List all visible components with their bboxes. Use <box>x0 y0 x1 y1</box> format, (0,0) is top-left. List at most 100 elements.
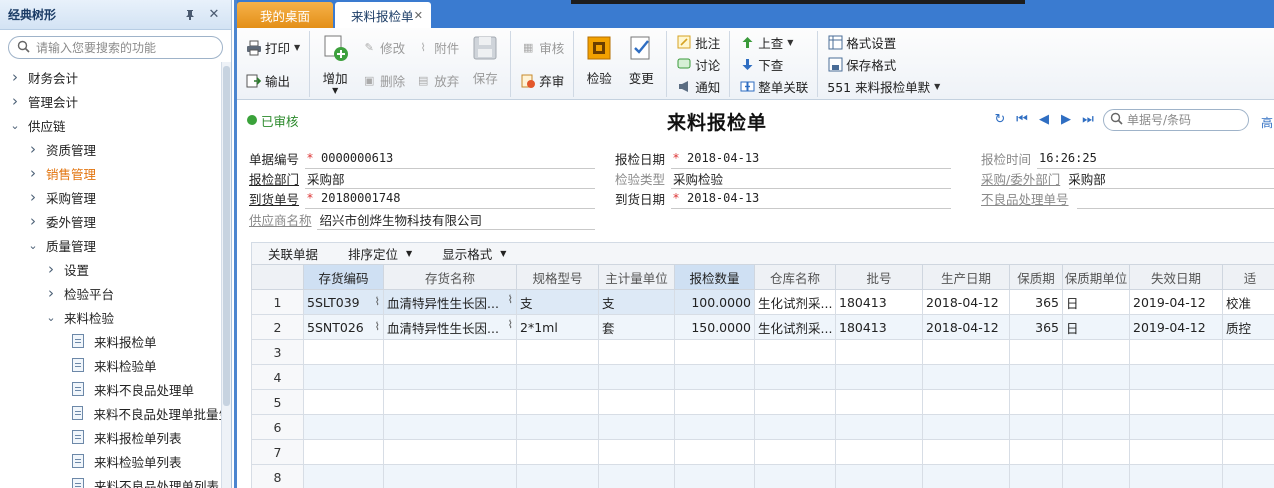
table-cell[interactable] <box>754 364 836 390</box>
tab-current[interactable]: 来料报检单 ✕ <box>335 2 431 28</box>
export-button[interactable]: 输出 <box>244 70 302 91</box>
tree-scrollbar-thumb[interactable] <box>223 66 230 406</box>
table-cell[interactable] <box>674 414 755 440</box>
table-cell[interactable] <box>1009 464 1063 488</box>
table-cell[interactable] <box>1062 464 1130 488</box>
table-cell[interactable] <box>1009 439 1063 465</box>
table-cell[interactable] <box>1062 364 1130 390</box>
table-cell[interactable] <box>383 439 517 465</box>
table-cell[interactable]: 支 <box>516 289 599 315</box>
tree-search-input[interactable] <box>36 40 214 55</box>
table-cell[interactable]: 质控 <box>1222 314 1274 340</box>
chevron-down-icon[interactable]: ⌄ <box>44 311 58 324</box>
field-inspect-date[interactable]: 报检日期 * 2018-04-13 <box>615 148 951 169</box>
paperclip-icon[interactable]: ⌇ <box>508 318 513 331</box>
chevron-right-icon[interactable]: › <box>8 92 22 110</box>
table-cell[interactable] <box>922 439 1010 465</box>
tree-item[interactable]: 来料不良品处理单批量生 <box>0 401 231 425</box>
supplier-label[interactable]: 供应商名称 <box>249 210 312 229</box>
field-arrival-date[interactable]: 到货日期 * 2018-04-13 <box>615 188 951 209</box>
format-settings-button[interactable]: 格式设置 <box>825 32 942 53</box>
column-header[interactable]: 批号 <box>835 264 923 290</box>
table-cell[interactable] <box>1222 464 1274 488</box>
table-cell[interactable] <box>303 364 384 390</box>
table-cell[interactable] <box>598 389 675 415</box>
tree-item[interactable]: 来料报检单列表 <box>0 425 231 449</box>
table-cell[interactable] <box>674 439 755 465</box>
chevron-right-icon[interactable]: › <box>26 140 40 158</box>
chevron-right-icon[interactable]: › <box>8 68 22 86</box>
table-cell[interactable]: 365 <box>1009 289 1063 315</box>
table-cell[interactable] <box>516 364 599 390</box>
paperclip-icon[interactable]: ⌇ <box>375 320 380 333</box>
table-cell[interactable] <box>1222 389 1274 415</box>
arrival-no-label[interactable]: 到货单号 <box>249 189 299 208</box>
tree-item[interactable]: 来料检验单列表 <box>0 449 231 473</box>
tree-item[interactable]: ⌄ 供应链 <box>0 113 231 137</box>
table-row[interactable]: 1 5SLT039 ⌇ 血清特异性生长因... ⌇ 支 支 100.0000 生化试剂采... 1… <box>251 289 1274 315</box>
table-cell[interactable] <box>303 439 384 465</box>
column-header[interactable]: 失效日期 <box>1129 264 1223 290</box>
table-cell[interactable] <box>1009 339 1063 365</box>
table-cell[interactable] <box>383 414 517 440</box>
table-cell[interactable] <box>303 339 384 365</box>
table-cell[interactable] <box>754 414 836 440</box>
table-cell[interactable] <box>922 389 1010 415</box>
annotate-button[interactable]: 批注 <box>674 32 722 53</box>
tree-item[interactable]: 来料不良品处理单 <box>0 377 231 401</box>
table-cell[interactable] <box>674 339 755 365</box>
abandon-button[interactable]: ▤ 放弃 <box>413 70 461 91</box>
table-cell[interactable]: 365 <box>1009 314 1063 340</box>
tree-item[interactable]: › 管理会计 <box>0 89 231 113</box>
table-cell[interactable] <box>598 439 675 465</box>
table-cell[interactable]: 180413 <box>835 314 923 340</box>
add-button[interactable]: 增加 ▼ <box>314 31 356 97</box>
column-header[interactable]: 规格型号 <box>516 264 599 290</box>
column-header[interactable]: 主计量单位 <box>598 264 675 290</box>
paperclip-icon[interactable]: ⌇ <box>375 295 380 308</box>
last-record-icon[interactable]: ⏭ <box>1077 112 1099 127</box>
table-cell[interactable] <box>835 439 923 465</box>
table-cell[interactable]: 生化试剂采... <box>754 314 836 340</box>
table-cell[interactable]: 100.0000 <box>674 289 755 315</box>
table-cell[interactable] <box>1222 439 1274 465</box>
table-cell[interactable] <box>835 364 923 390</box>
table-row[interactable]: 5 <box>251 389 1274 415</box>
table-cell[interactable]: 2018-04-12 <box>922 289 1010 315</box>
table-cell[interactable] <box>1009 364 1063 390</box>
tree-item[interactable]: ⌄ 来料检验 <box>0 305 231 329</box>
table-cell[interactable] <box>1222 364 1274 390</box>
save-button[interactable]: 保存 <box>464 31 506 97</box>
table-cell[interactable] <box>383 389 517 415</box>
field-doc-no[interactable]: 单据编号 * 0000000613 <box>249 148 595 169</box>
bad-handle-no-label[interactable]: 不良品处理单号 <box>981 189 1069 208</box>
field-dept[interactable]: 报检部门 采购部 <box>249 168 595 189</box>
table-cell[interactable] <box>674 364 755 390</box>
table-cell[interactable] <box>383 464 517 488</box>
table-cell[interactable] <box>516 414 599 440</box>
chevron-down-icon[interactable]: ⌄ <box>26 239 40 252</box>
column-header[interactable]: 保质期单位 <box>1062 264 1130 290</box>
table-row[interactable]: 4 <box>251 364 1274 390</box>
discuss-button[interactable]: 讨论 <box>674 54 722 75</box>
table-cell[interactable]: 血清特异性生长因... ⌇ <box>383 314 517 340</box>
table-cell[interactable]: 支 <box>598 289 675 315</box>
tree-item[interactable]: › 资质管理 <box>0 137 231 161</box>
table-cell[interactable]: 校准 <box>1222 289 1274 315</box>
next-record-icon[interactable]: ▶ <box>1055 112 1077 127</box>
table-cell[interactable]: 2019-04-12 <box>1129 314 1223 340</box>
table-cell[interactable] <box>303 389 384 415</box>
table-cell[interactable] <box>1129 414 1223 440</box>
table-cell[interactable] <box>754 339 836 365</box>
table-cell[interactable] <box>598 414 675 440</box>
table-cell[interactable] <box>516 439 599 465</box>
audit-button[interactable]: ▦ 审核 <box>518 37 566 58</box>
table-cell[interactable] <box>835 414 923 440</box>
table-cell[interactable] <box>516 464 599 488</box>
table-cell[interactable] <box>922 339 1010 365</box>
table-cell[interactable]: 2018-04-12 <box>922 314 1010 340</box>
table-cell[interactable] <box>754 439 836 465</box>
prev-record-icon[interactable]: ◀ <box>1033 112 1055 127</box>
table-cell[interactable] <box>922 464 1010 488</box>
change-button[interactable]: 变更 <box>620 31 662 97</box>
